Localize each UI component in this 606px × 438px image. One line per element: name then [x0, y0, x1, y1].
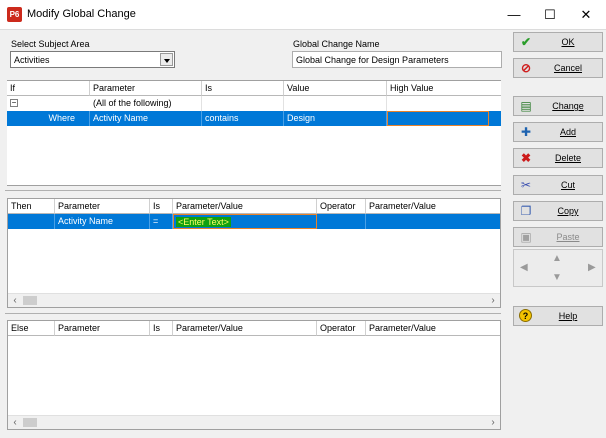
move-right-icon[interactable]: ▶ — [588, 262, 596, 273]
move-left-icon[interactable]: ◀ — [520, 262, 528, 273]
if-condition-row[interactable]: Where Activity Name contains Design — [7, 111, 501, 126]
paste-button[interactable]: ▣ Paste — [513, 227, 603, 247]
delete-button[interactable]: ✖ Delete — [513, 148, 603, 168]
then-row-operator[interactable] — [317, 214, 366, 229]
else-horizontal-scrollbar[interactable]: ‹ › — [8, 415, 500, 429]
add-button[interactable]: ✚ Add — [513, 122, 603, 142]
if-grid[interactable]: If Parameter Is Value High Value − (All … — [7, 80, 501, 186]
else-header-parameter-value: Parameter/Value — [173, 321, 317, 336]
if-group-label: (All of the following) — [90, 96, 202, 111]
add-button-label: Add — [559, 127, 576, 137]
p6-app-icon: P6 — [7, 7, 22, 22]
if-header-is: Is — [202, 81, 284, 96]
cut-button-label: Cut — [560, 180, 575, 190]
if-header-parameter: Parameter — [90, 81, 202, 96]
if-header-if: If — [7, 81, 90, 96]
help-button[interactable]: ? Help — [513, 306, 603, 326]
cut-button[interactable]: ✂ Cut — [513, 175, 603, 195]
if-row-value[interactable]: Design — [284, 111, 387, 126]
enter-text-placeholder[interactable]: <Enter Text> — [176, 217, 231, 227]
if-row-parameter[interactable]: Activity Name — [90, 111, 202, 126]
then-action-row[interactable]: Activity Name = <Enter Text> — [8, 214, 500, 229]
then-horizontal-scrollbar[interactable]: ‹ › — [8, 293, 500, 307]
pane-splitter[interactable] — [5, 190, 501, 191]
if-group-is — [202, 96, 284, 111]
scroll-left-icon[interactable]: ‹ — [8, 294, 22, 308]
if-header-high-value: High Value — [387, 81, 501, 96]
help-button-label: Help — [558, 311, 578, 321]
ok-button[interactable]: ✔ OK — [513, 32, 603, 52]
if-row-high-value-editor[interactable] — [387, 111, 489, 126]
maximize-button[interactable]: ☐ — [532, 0, 568, 30]
scroll-right-icon[interactable]: › — [486, 416, 500, 430]
then-row-is[interactable]: = — [150, 214, 173, 229]
then-header-then: Then — [8, 199, 55, 214]
then-grid[interactable]: Then Parameter Is Parameter/Value Operat… — [7, 198, 501, 308]
add-icon: ✚ — [520, 125, 532, 139]
then-header-parameter-value: Parameter/Value — [173, 199, 317, 214]
subject-area-label: Select Subject Area — [11, 39, 90, 49]
cancel-button[interactable]: ⊘ Cancel — [513, 58, 603, 78]
scroll-left-icon[interactable]: ‹ — [8, 416, 22, 430]
title-bar: P6 Modify Global Change — ☐ ✕ — [0, 0, 606, 30]
then-header-parameter: Parameter — [55, 199, 150, 214]
else-header-else: Else — [8, 321, 55, 336]
cancel-button-label: Cancel — [553, 63, 582, 73]
paste-button-label: Paste — [556, 232, 580, 242]
else-header-is: Is — [150, 321, 173, 336]
delete-icon: ✖ — [520, 151, 532, 165]
global-change-name-label: Global Change Name — [293, 39, 380, 49]
copy-button[interactable]: ❐ Copy — [513, 201, 603, 221]
else-grid[interactable]: Else Parameter Is Parameter/Value Operat… — [7, 320, 501, 430]
checkmark-icon: ✔ — [520, 35, 532, 49]
move-up-icon[interactable]: ▲ — [552, 253, 562, 264]
ok-button-label: OK — [561, 37, 575, 47]
change-icon: ▤ — [520, 99, 532, 113]
pane-splitter-2[interactable] — [5, 313, 501, 314]
else-header-operator: Operator — [317, 321, 366, 336]
then-row-keyword — [8, 214, 55, 229]
then-header-is: Is — [150, 199, 173, 214]
scroll-thumb[interactable] — [23, 418, 37, 427]
if-header-value: Value — [284, 81, 387, 96]
scroll-right-icon[interactable]: › — [486, 294, 500, 308]
if-row-is[interactable]: contains — [202, 111, 284, 126]
chevron-down-icon[interactable] — [160, 53, 173, 66]
scissors-icon: ✂ — [520, 178, 532, 192]
then-row-value-editor[interactable]: <Enter Text> — [173, 214, 317, 229]
subject-area-value: Activities — [14, 55, 50, 65]
copy-button-label: Copy — [557, 206, 579, 216]
then-header-parameter-value-2: Parameter/Value — [366, 199, 500, 214]
paste-icon: ▣ — [520, 230, 532, 244]
subject-area-select[interactable]: Activities — [10, 51, 175, 68]
move-arrows-pad: ◀ ▲ ▼ ▶ — [513, 249, 603, 287]
collapse-icon[interactable]: − — [10, 99, 18, 107]
change-button[interactable]: ▤ Change — [513, 96, 603, 116]
then-header-operator: Operator — [317, 199, 366, 214]
window-title: Modify Global Change — [27, 8, 136, 20]
move-down-icon[interactable]: ▼ — [552, 272, 562, 283]
close-button[interactable]: ✕ — [568, 0, 604, 30]
if-group-value — [284, 96, 387, 111]
delete-button-label: Delete — [554, 153, 581, 163]
help-icon: ? — [519, 309, 532, 322]
cancel-icon: ⊘ — [520, 61, 532, 75]
else-header-parameter: Parameter — [55, 321, 150, 336]
then-row-parameter[interactable]: Activity Name — [55, 214, 150, 229]
then-row-value-2[interactable] — [366, 214, 500, 229]
copy-icon: ❐ — [520, 204, 532, 218]
if-row-keyword: Where — [7, 111, 90, 126]
if-group-row[interactable]: − (All of the following) — [7, 96, 501, 111]
else-header-parameter-value-2: Parameter/Value — [366, 321, 500, 336]
minimize-button[interactable]: — — [496, 0, 532, 30]
global-change-name-field[interactable]: Global Change for Design Parameters — [292, 51, 502, 68]
change-button-label: Change — [552, 101, 584, 111]
scroll-thumb[interactable] — [23, 296, 37, 305]
global-change-name-value: Global Change for Design Parameters — [296, 55, 449, 65]
